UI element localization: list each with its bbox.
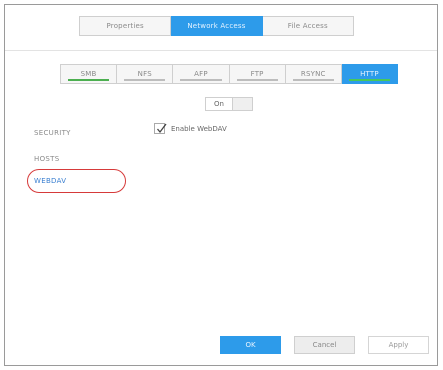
protocol-tab-smb[interactable]: SMB — [60, 64, 118, 84]
status-bar-disabled — [292, 79, 334, 81]
top-tab-bar: Properties Network Access File Access — [79, 16, 354, 36]
status-bar-disabled — [180, 79, 222, 81]
on-off-toggle[interactable]: On — [205, 97, 253, 111]
folder-settings-dialog: Properties Network Access File Access SM… — [4, 4, 438, 366]
toggle-label: On — [205, 97, 233, 111]
tab-network-access[interactable]: Network Access — [171, 16, 263, 36]
webdav-checkbox[interactable] — [154, 123, 167, 134]
protocol-tab-afp[interactable]: AFP — [173, 64, 230, 84]
webdav-checkbox-label[interactable]: Enable WebDAV — [171, 125, 227, 133]
protocol-tab-nfs[interactable]: NFS — [117, 64, 174, 84]
toggle-knob — [233, 97, 253, 111]
protocol-label: AFP — [194, 70, 208, 78]
protocol-tab-bar: SMB NFS AFP FTP RSYNC HTTP — [60, 64, 399, 84]
protocol-label: SMB — [80, 70, 97, 78]
protocol-label: NFS — [137, 70, 152, 78]
tab-properties[interactable]: Properties — [79, 16, 172, 36]
protocol-tab-http[interactable]: HTTP — [341, 64, 399, 84]
sidebar-item-hosts[interactable]: HOSTS — [34, 155, 59, 163]
protocol-label: FTP — [250, 70, 264, 78]
protocol-label: HTTP — [360, 70, 379, 78]
apply-button[interactable]: Apply — [368, 336, 429, 354]
divider — [5, 50, 437, 51]
status-bar-enabled — [68, 79, 110, 81]
status-bar-enabled — [348, 79, 391, 81]
checkmark-icon — [157, 123, 167, 134]
sidebar-item-security[interactable]: SECURITY — [34, 129, 71, 137]
protocol-tab-ftp[interactable]: FTP — [229, 64, 286, 84]
ok-button[interactable]: OK — [220, 336, 281, 354]
tab-file-access[interactable]: File Access — [262, 16, 354, 36]
status-bar-disabled — [236, 79, 278, 81]
cancel-button[interactable]: Cancel — [294, 336, 355, 354]
status-bar-disabled — [124, 79, 166, 81]
protocol-tab-rsync[interactable]: RSYNC — [285, 64, 342, 84]
protocol-label: RSYNC — [300, 70, 326, 78]
highlight-circle — [27, 169, 126, 193]
